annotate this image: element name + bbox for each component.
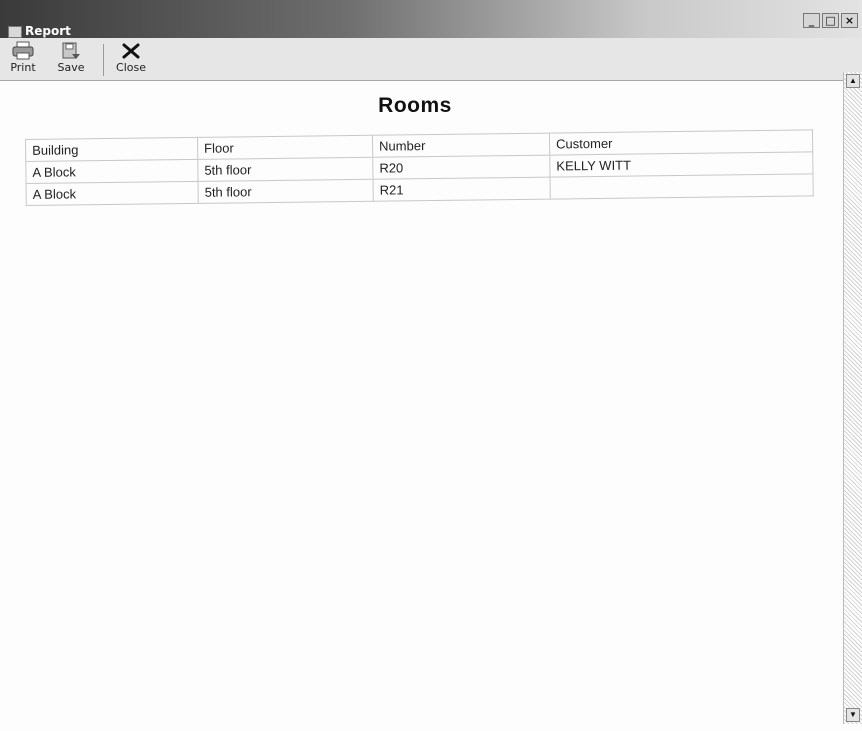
title-bar[interactable]: Report _ □ × [0, 0, 862, 38]
vertical-scrollbar[interactable]: ▲ ▼ [843, 72, 862, 724]
cell-number: R20 [372, 155, 551, 180]
minimize-button[interactable]: _ [803, 13, 820, 28]
save-icon [50, 40, 92, 62]
save-label: Save [57, 61, 85, 74]
close-button[interactable]: Close [110, 40, 152, 78]
column-header-building: Building [25, 137, 198, 162]
cell-building: A Block [26, 181, 199, 206]
rooms-table: Building Floor Number Customer A Block 5… [25, 129, 814, 206]
cell-floor: 5th floor [198, 179, 374, 204]
cell-customer: KELLY WITT [549, 151, 813, 178]
cell-number: R21 [373, 177, 551, 202]
toolbar: Print Save Close [0, 38, 862, 81]
cell-customer [550, 173, 814, 200]
report-title: Rooms [378, 94, 452, 117]
print-button[interactable]: Print [2, 40, 44, 78]
column-header-number: Number [372, 133, 550, 158]
column-header-customer: Customer [549, 129, 813, 156]
cell-building: A Block [25, 159, 199, 184]
scroll-down-icon[interactable]: ▼ [846, 708, 860, 722]
window-controls: _ □ × [803, 13, 858, 28]
cell-floor: 5th floor [197, 157, 374, 182]
maximize-button[interactable]: □ [822, 13, 839, 28]
print-label: Print [10, 61, 36, 74]
app-icon [8, 26, 22, 38]
close-icon [110, 40, 152, 62]
scroll-up-icon[interactable]: ▲ [846, 74, 860, 88]
close-label: Close [116, 61, 146, 74]
printer-icon [2, 40, 44, 62]
column-header-floor: Floor [197, 135, 373, 160]
close-window-button[interactable]: × [841, 13, 858, 28]
window-title: Report [25, 24, 71, 38]
save-button[interactable]: Save [50, 40, 92, 78]
toolbar-separator [103, 44, 104, 76]
